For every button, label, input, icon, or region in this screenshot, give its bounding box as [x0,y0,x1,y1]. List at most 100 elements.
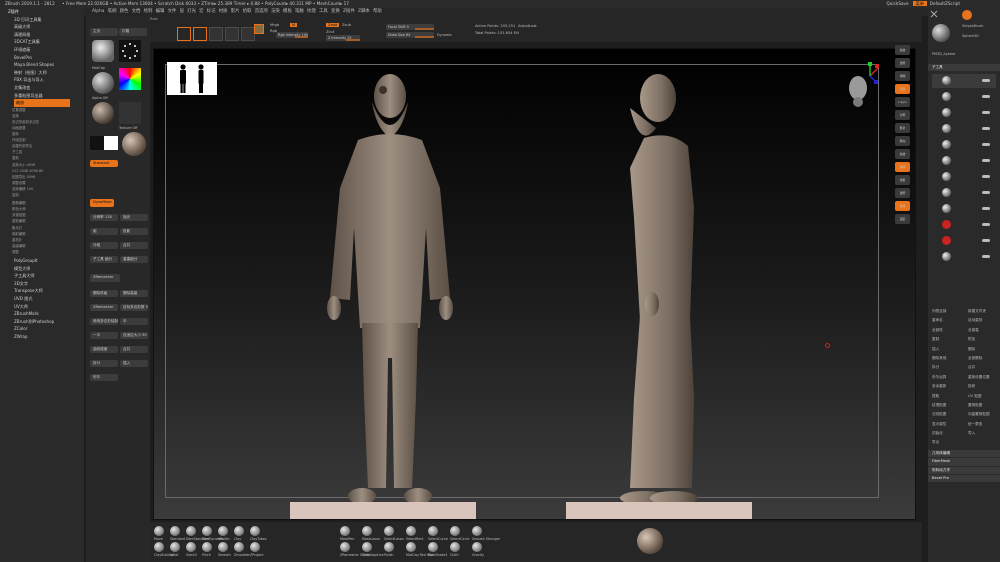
eye-icon[interactable] [982,207,990,210]
subtool-action[interactable]: 拆分 [928,364,964,371]
subtool-row[interactable] [932,186,996,200]
zplugin-item[interactable]: 缩放 [14,99,70,107]
brush-icon[interactable] [428,526,438,536]
tray-control[interactable]: 合并 [120,346,148,353]
tray-control[interactable]: 子工具 细分 [90,256,118,263]
brush-icon[interactable] [472,542,482,552]
standard-brush-icon[interactable] [122,132,146,156]
subtool-action[interactable]: 提取 [928,393,964,400]
subtool-action[interactable]: 全部高 [964,327,1000,334]
tray-control[interactable]: 合并 [120,242,148,249]
zplugin-item[interactable]: 高级大师 [0,23,84,31]
zsub-toggle[interactable]: Zsub [342,23,351,27]
eye-icon[interactable] [982,127,990,130]
subtool-row[interactable] [932,106,996,120]
subtool-action[interactable]: 布尔运算 [928,374,964,381]
brush-icon[interactable] [428,542,438,552]
shelf-button[interactable]: 透明 [895,188,910,198]
subtool-action[interactable]: 多余重新 [928,383,964,390]
menu-item[interactable]: Alpha [92,9,104,14]
tray-control[interactable]: 分辨率 128 [90,214,118,221]
tray-control[interactable]: 分组 [90,242,118,249]
tray-control[interactable]: 插入 [120,360,148,367]
zplugin-item[interactable]: UV大师 [0,303,84,311]
z-intensity-slider[interactable]: Z Intensity 25 [326,35,360,41]
menu-item[interactable]: 绘制 [144,9,153,14]
material-slot-icon[interactable] [254,24,264,34]
zplugin-item[interactable]: 映射（绘图）大师 [0,69,84,77]
brush-icon[interactable] [186,526,196,536]
zplugin-item[interactable]: BevelPro [0,54,84,62]
menu-item[interactable]: 文件 [168,9,177,14]
menu-item[interactable]: 变换 [331,9,340,14]
panel-header[interactable]: FiberMesh [928,458,1000,466]
menu-item[interactable]: 纹理 [307,9,316,14]
menu-item[interactable]: 帮助 [373,9,382,14]
axis-gizmo-icon[interactable] [840,62,880,110]
subtool-action[interactable]: 初始化 [928,430,964,437]
brush-icon[interactable] [250,542,260,552]
brush-icon[interactable] [234,542,244,552]
tool-sphere-icon[interactable] [932,24,950,42]
brush-icon[interactable] [384,526,394,536]
tool-sphere3d[interactable]: Sphere3D [962,34,979,38]
subtool-action[interactable]: 重命名 [928,317,964,324]
brush-preview-icon[interactable] [119,40,141,62]
shelf-button[interactable]: 缩放 [895,149,910,159]
tray-control[interactable]: 拆分 [90,360,118,367]
brush-icon[interactable] [218,526,228,536]
eye-icon[interactable] [982,95,990,98]
material-sphere-icon[interactable] [92,40,114,62]
zplugin-item[interactable]: PolyGroupIt [0,257,84,265]
zplugin-item[interactable]: 多重贴图导出器 [0,92,84,100]
brush-icon[interactable] [450,542,460,552]
subtool-action[interactable]: 全部删除 [964,355,1000,362]
subtool-action[interactable]: 删除其他 [928,355,964,362]
menu-item[interactable]: 影片 [231,9,240,14]
rgb-intensity-slider[interactable]: Rgb Intensity 100 [276,32,308,38]
white-swatch[interactable] [104,136,118,150]
menu-item[interactable]: 宏 [199,9,203,14]
menu-item[interactable]: Z脚本 [358,9,370,14]
subtool-action[interactable]: 新建文件夹 [964,308,1000,315]
menu-item[interactable]: 笔触 [295,9,304,14]
focal-shift-slider[interactable]: Focal Shift 0 [386,24,434,30]
rotate-button[interactable] [241,27,255,41]
subtool-action[interactable]: 插入 [928,346,964,353]
brush-icon[interactable] [202,526,212,536]
alpha-sphere-icon[interactable] [92,72,114,94]
shelf-button[interactable]: 实体 [895,201,910,211]
subtool-action[interactable]: 复制 [928,336,964,343]
zplugin-item[interactable]: 3D文字 [0,280,84,288]
subtool-row[interactable] [932,154,996,168]
brush-icon[interactable] [170,526,180,536]
draw-button[interactable] [193,27,207,41]
subtool-action[interactable]: 投射 [964,383,1000,390]
shelf-button[interactable]: 透视 [895,58,910,68]
zplugin-item[interactable]: 子工具大师 [0,272,84,280]
brush-icon[interactable] [450,526,460,536]
move-button[interactable] [209,27,223,41]
zplugin-item[interactable]: ZWrap [0,333,84,341]
brush-icon[interactable] [406,542,416,552]
current-material-icon[interactable] [637,528,663,554]
m-toggle[interactable]: M [290,23,298,27]
menu-item[interactable]: 首选项 [255,9,268,14]
mrgb-toggle[interactable]: Mrgb [270,23,279,27]
eye-icon[interactable] [982,223,990,226]
menu-item[interactable]: 层 [180,9,184,14]
eye-icon[interactable] [982,239,990,242]
subtool-action[interactable]: 向量置换贴图 [964,411,1000,418]
eye-icon[interactable] [982,143,990,146]
menu-item[interactable]: 文档 [132,9,141,14]
shelf-button[interactable]: 地网 [895,71,910,81]
subtool-action[interactable]: 自动重排 [964,317,1000,324]
menu-item[interactable]: Z插件 [343,9,355,14]
zplugin-item[interactable]: 3DCAT工具集 [0,38,84,46]
zplugin-item[interactable]: ZBrushMark [0,310,84,318]
shelf-button[interactable]: 旋转 [895,162,910,172]
shelf-button[interactable]: 局部 [895,84,910,94]
subtool-row[interactable] [932,202,996,216]
shelf-button[interactable]: 对称 [895,110,910,120]
default-zscript-button[interactable]: DefaultZScript [930,1,960,6]
